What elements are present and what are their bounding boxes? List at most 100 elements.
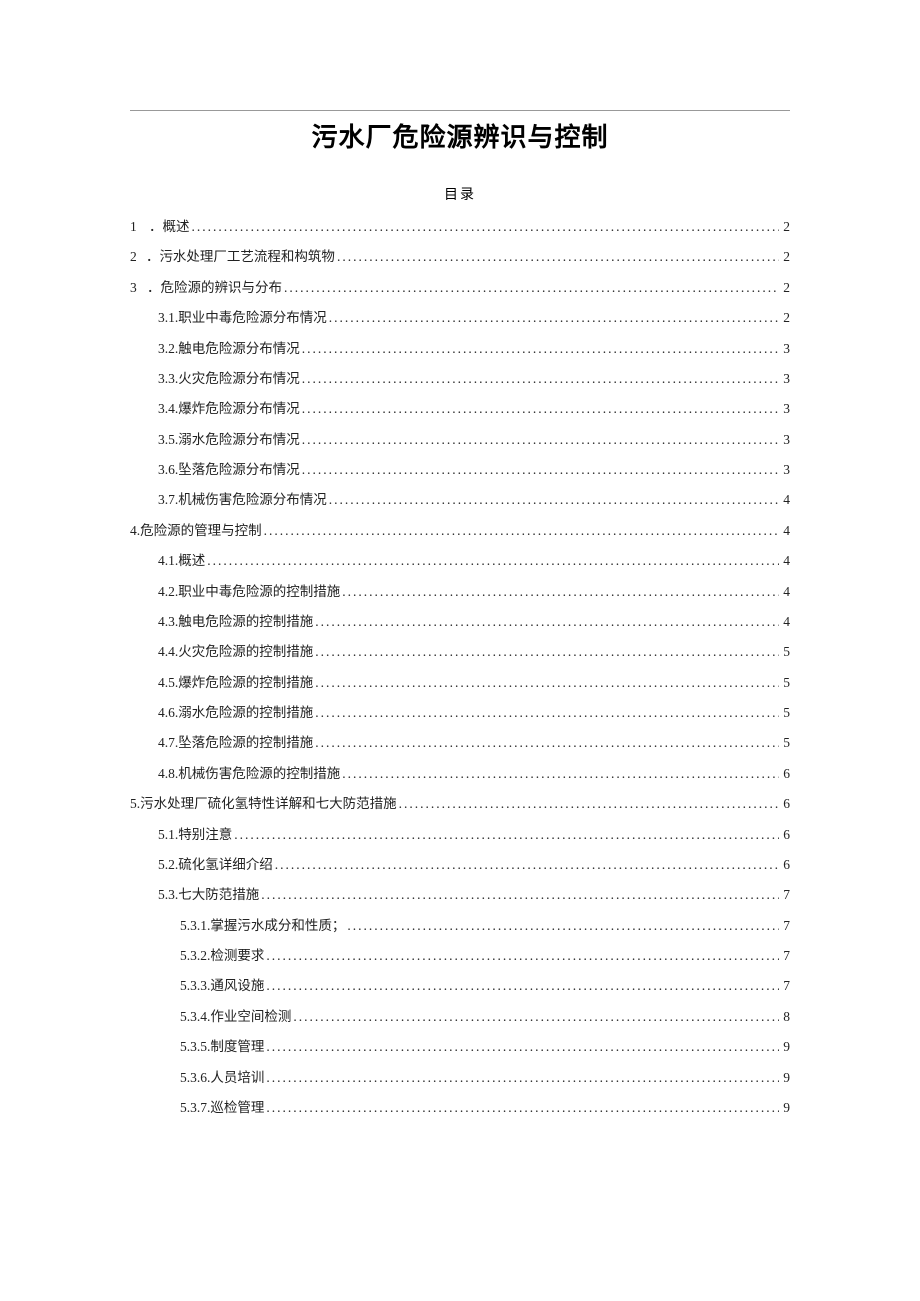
toc-number: 5.3.3.	[180, 971, 210, 1001]
toc-label: 硫化氢详细介绍	[178, 850, 273, 880]
toc-entry[interactable]: 1．概述2	[130, 212, 790, 242]
toc-entry[interactable]: 3．危险源的辨识与分布2	[130, 273, 790, 303]
toc-page: 7	[779, 880, 790, 910]
toc-number: 1	[130, 212, 137, 242]
toc-page: 8	[779, 1002, 790, 1032]
toc-label: 火灾危险源分布情况	[178, 364, 300, 394]
toc-entry[interactable]: 3.6.坠落危险源分布情况 3	[130, 455, 790, 485]
toc-leader-dots	[335, 242, 779, 272]
toc-page: 5	[779, 728, 790, 758]
toc-number: 4.5.	[158, 668, 178, 698]
toc-label: 巡检管理	[210, 1093, 264, 1123]
toc-entry[interactable]: 5.3.2. 检测要求 7	[130, 941, 790, 971]
toc-page: 3	[779, 425, 790, 455]
toc-entry[interactable]: 5. 1.特别注意 6	[130, 820, 790, 850]
toc-label: 检测要求	[210, 941, 264, 971]
toc-label: 1.特别注意	[168, 820, 232, 850]
toc-leader-dots	[264, 1063, 779, 1093]
toc-entry[interactable]: 4.7.坠落危险源的控制措施 5	[130, 728, 790, 758]
toc-label: 制度管理	[210, 1032, 264, 1062]
toc-page: 7	[779, 971, 790, 1001]
toc-number: 4.1.	[158, 546, 178, 576]
toc-entry[interactable]: 3.3.火灾危险源分布情况 3	[130, 364, 790, 394]
toc-entry[interactable]: 5.3.4.作业空间检测 8	[130, 1002, 790, 1032]
toc-number: 3.4.	[158, 394, 178, 424]
toc-number: 5.2.	[158, 850, 178, 880]
toc-entry[interactable]: 4. 8.机械伤害危险源的控制措施 6	[130, 759, 790, 789]
toc-leader-dots	[313, 698, 779, 728]
toc-separator: ．	[147, 273, 161, 303]
toc-entry[interactable]: 2．污水处理厂工艺流程和构筑物2	[130, 242, 790, 272]
toc-leader-dots	[313, 668, 779, 698]
toc-label: 火灾危险源的控制措施	[178, 637, 313, 667]
toc-number: 5.3.4.	[180, 1002, 210, 1032]
toc-page: 4	[779, 546, 790, 576]
toc-label: 爆炸危险源的控制措施	[178, 668, 313, 698]
toc-leader-dots	[264, 941, 779, 971]
toc-number: 5.3.7.	[180, 1093, 210, 1123]
toc-entry[interactable]: 4.2.职业中毒危险源的控制措施 4	[130, 577, 790, 607]
toc-entry[interactable]: 4.1.概述 4	[130, 546, 790, 576]
toc-label: 通风设施	[210, 971, 264, 1001]
toc-entry[interactable]: 5. 3.七大防范措施 7	[130, 880, 790, 910]
toc-page: 4	[779, 485, 790, 515]
toc-entry[interactable]: 3.2.触电危险源分布情况 3	[130, 334, 790, 364]
toc-number: 4.7.	[158, 728, 178, 758]
toc-leader-dots	[189, 212, 779, 242]
toc-leader-dots	[282, 273, 779, 303]
toc-label: 危险源的管理与控制	[140, 516, 262, 546]
toc-page: 6	[779, 789, 790, 819]
toc-number: 3.1.	[158, 303, 178, 333]
toc-label: 溺水危险源的控制措施	[178, 698, 313, 728]
toc-page: 9	[779, 1093, 790, 1123]
toc-entry[interactable]: 4.3.触电危险源的控制措施 4	[130, 607, 790, 637]
toc-page: 2	[779, 273, 790, 303]
toc-entry[interactable]: 5.3.3.通风设施 7	[130, 971, 790, 1001]
toc-entry[interactable]: 5.3.6. 人员培训 9	[130, 1063, 790, 1093]
toc-page: 5	[779, 698, 790, 728]
toc-label: 1.掌握污水成分和性质；	[200, 911, 345, 941]
toc-entry[interactable]: 3.4.爆炸危险源分布情况 3	[130, 394, 790, 424]
toc-page: 4	[779, 516, 790, 546]
toc-page: 5	[779, 637, 790, 667]
toc-page: 7	[779, 911, 790, 941]
toc-entry[interactable]: 3.5.溺水危险源分布情况 3	[130, 425, 790, 455]
toc-number: 2	[130, 242, 137, 272]
toc-separator: ．	[149, 212, 163, 242]
toc-leader-dots	[345, 911, 779, 941]
toc-label: 溺水危险源分布情况	[178, 425, 300, 455]
header-divider	[130, 110, 790, 111]
toc-number: 5.3.5.	[180, 1032, 210, 1062]
toc-entry[interactable]: 5.2. 硫化氢详细介绍 6	[130, 850, 790, 880]
toc-page: 5	[779, 668, 790, 698]
toc-number: 4.6.	[158, 698, 178, 728]
toc-entry[interactable]: 4.5.爆炸危险源的控制措施 5	[130, 668, 790, 698]
toc-leader-dots	[313, 607, 779, 637]
toc-label: 作业空间检测	[210, 1002, 291, 1032]
toc-label: 触电危险源分布情况	[178, 334, 300, 364]
toc-entry[interactable]: 5.污水处理厂硫化氢特性详解和七大防范措施6	[130, 789, 790, 819]
toc-entry[interactable]: 3.1.职业中毒危险源分布情况 2	[130, 303, 790, 333]
toc-entry[interactable]: 4.危险源的管理与控制4	[130, 516, 790, 546]
toc-number: 5.3.	[180, 911, 200, 941]
toc-label: 人员培训	[210, 1063, 264, 1093]
toc-entry[interactable]: 3.7.机械伤害危险源分布情况 4	[130, 485, 790, 515]
toc-page: 9	[779, 1063, 790, 1093]
toc-number: 4.3.	[158, 607, 178, 637]
toc-number: 3.5.	[158, 425, 178, 455]
toc-entry[interactable]: 4.6.溺水危险源的控制措施 5	[130, 698, 790, 728]
toc-entry[interactable]: 5.3.7. 巡检管理 9	[130, 1093, 790, 1123]
toc-leader-dots	[205, 546, 779, 576]
toc-label: 爆炸危险源分布情况	[178, 394, 300, 424]
toc-label: 污水处理厂硫化氢特性详解和七大防范措施	[140, 789, 397, 819]
toc-page: 6	[779, 850, 790, 880]
toc-page: 9	[779, 1032, 790, 1062]
toc-leader-dots	[340, 577, 779, 607]
toc-page: 2	[779, 212, 790, 242]
toc-entry[interactable]: 5.3.5.制度管理 9	[130, 1032, 790, 1062]
toc-entry[interactable]: 5.3. 1.掌握污水成分和性质； 7	[130, 911, 790, 941]
toc-leader-dots	[313, 637, 779, 667]
toc-entry[interactable]: 4.4.火灾危险源的控制措施 5	[130, 637, 790, 667]
toc-leader-dots	[327, 485, 780, 515]
toc-label: 触电危险源的控制措施	[178, 607, 313, 637]
